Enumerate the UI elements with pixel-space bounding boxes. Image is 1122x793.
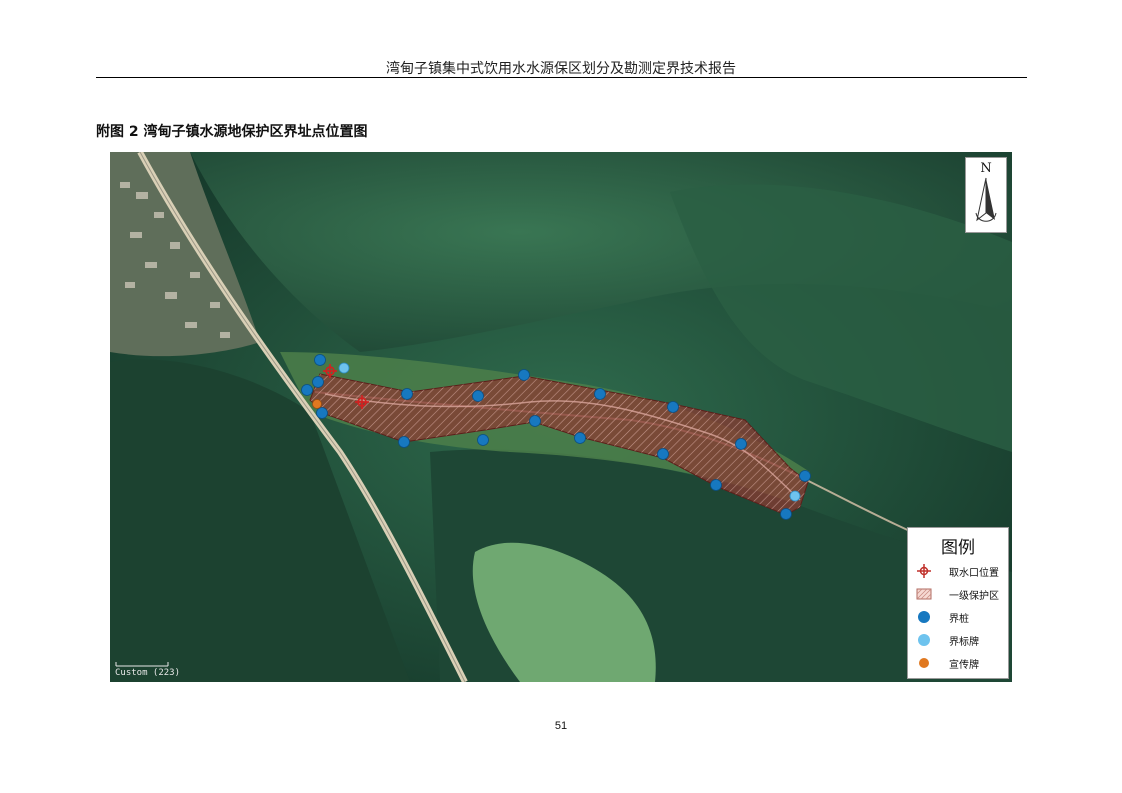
boundary-pile[interactable] — [477, 434, 489, 446]
legend-item-pile: 界桩 — [916, 609, 1008, 625]
promo-sign[interactable] — [312, 399, 322, 409]
scale-label: Custom (223) — [115, 668, 181, 678]
legend-label: 界桩 — [949, 614, 969, 625]
boundary-pile[interactable] — [301, 384, 313, 396]
boundary-pile[interactable] — [799, 470, 811, 482]
legend-item-promo: 宣传牌 — [916, 655, 1008, 671]
boundary-pile[interactable] — [316, 407, 328, 419]
legend-item-sign: 界标牌 — [916, 632, 1008, 648]
boundary-sign-icon — [918, 634, 930, 646]
promo-sign-icon — [919, 658, 929, 668]
north-arrow: N — [965, 157, 1007, 233]
figure-caption: 附图 2 湾甸子镇水源地保护区界址点位置图 — [96, 124, 368, 140]
boundary-pile[interactable] — [529, 415, 541, 427]
hatched-zone-icon — [916, 588, 932, 600]
page-number: 51 — [554, 720, 568, 732]
header-rule — [96, 77, 1027, 78]
boundary-pile[interactable] — [735, 438, 747, 450]
legend-item-intake: 取水口位置 — [916, 563, 1008, 579]
legend-label: 宣传牌 — [949, 660, 979, 671]
legend-label: 取水口位置 — [949, 568, 999, 579]
boundary-pile[interactable] — [710, 479, 722, 491]
intake-cross-icon — [917, 564, 931, 578]
boundary-pile[interactable] — [472, 390, 484, 402]
legend-item-zone: 一级保护区 — [916, 586, 1008, 602]
legend-label: 一级保护区 — [949, 591, 999, 602]
legend-label: 界标牌 — [949, 637, 979, 648]
boundary-pile[interactable] — [657, 448, 669, 460]
page-header-title: 湾甸子镇集中式饮用水水源保区划分及勘测定界技术报告 — [386, 61, 736, 77]
boundary-pile[interactable] — [401, 388, 413, 400]
boundary-sign[interactable] — [789, 490, 801, 502]
boundary-pile[interactable] — [312, 376, 324, 388]
boundary-sign[interactable] — [338, 362, 350, 374]
legend-title: 图例 — [941, 538, 975, 558]
boundary-pile[interactable] — [574, 432, 586, 444]
boundary-pile-icon — [918, 611, 930, 623]
boundary-pile[interactable] — [780, 508, 792, 520]
map-legend: 图例 取水口位置 一级保护区 界桩 界标牌 宣传牌 — [907, 527, 1009, 679]
north-arrow-icon — [975, 177, 997, 222]
boundary-pile[interactable] — [398, 436, 410, 448]
boundary-pile[interactable] — [518, 369, 530, 381]
boundary-pile[interactable] — [667, 401, 679, 413]
boundary-pile[interactable] — [314, 354, 326, 366]
satellite-map[interactable] — [110, 152, 1012, 682]
boundary-pile[interactable] — [594, 388, 606, 400]
